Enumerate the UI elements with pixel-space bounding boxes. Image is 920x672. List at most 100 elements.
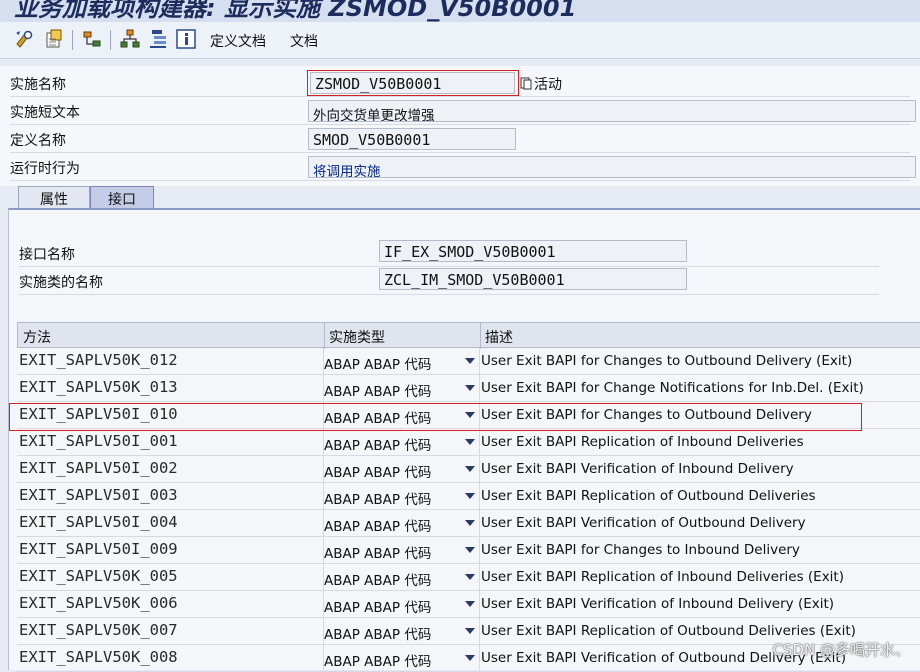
impl-type-value: ABAP ABAP 代码 xyxy=(324,357,432,373)
def-name-field[interactable]: SMOD_V50B0001 xyxy=(308,128,516,150)
cell-divider xyxy=(479,348,480,375)
table-row[interactable]: EXIT_SAPLV50K_006 ABAP ABAP 代码 User Exit… xyxy=(17,591,920,618)
table-row[interactable]: EXIT_SAPLV50I_009 ABAP ABAP 代码 User Exit… xyxy=(17,537,920,564)
runtime-label: 运行时行为 xyxy=(10,161,80,177)
highlighted-row-marker xyxy=(9,403,862,431)
method-name[interactable]: EXIT_SAPLV50K_005 xyxy=(19,567,178,585)
define-doc-button[interactable]: 定义文档 xyxy=(210,31,266,51)
table-row[interactable]: EXIT_SAPLV50K_005 ABAP ABAP 代码 User Exit… xyxy=(17,564,920,591)
hierarchy-icon[interactable] xyxy=(82,29,102,49)
method-description: User Exit BAPI for Changes to Inbound De… xyxy=(481,542,800,558)
interface-panel: 接口名称 IF_EX_SMOD_V50B0001 实施类的名称 ZCL_IM_S… xyxy=(8,208,920,672)
dropdown-arrow-icon[interactable] xyxy=(465,466,475,472)
iface-name-field[interactable]: IF_EX_SMOD_V50B0001 xyxy=(379,240,687,262)
column-header-description[interactable]: 描述 xyxy=(485,327,513,347)
runtime-field[interactable]: 将调用实施 xyxy=(308,156,916,178)
tab-strip: 属性 接口 xyxy=(0,186,920,210)
iface-name-label: 接口名称 xyxy=(19,247,75,263)
impl-name-label: 实施名称 xyxy=(10,77,66,93)
dropdown-arrow-icon[interactable] xyxy=(465,628,475,634)
dropdown-arrow-icon[interactable] xyxy=(465,385,475,391)
cell-divider xyxy=(479,537,480,564)
list-tree-icon[interactable] xyxy=(148,29,168,49)
cell-divider xyxy=(479,564,480,591)
cell-divider xyxy=(479,456,480,483)
impl-type-value: ABAP ABAP 代码 xyxy=(324,654,432,670)
table-row[interactable]: EXIT_SAPLV50I_003 ABAP ABAP 代码 User Exit… xyxy=(17,483,920,510)
short-text-label: 实施短文本 xyxy=(10,105,80,121)
tab-interface[interactable]: 接口 xyxy=(90,186,154,208)
watermark: CSDN @多喝开水、 xyxy=(772,641,910,659)
impl-type-value: ABAP ABAP 代码 xyxy=(324,600,432,616)
dropdown-arrow-icon[interactable] xyxy=(465,601,475,607)
impl-type-value: ABAP ABAP 代码 xyxy=(324,519,432,535)
cell-divider xyxy=(479,483,480,510)
doc-button[interactable]: 文档 xyxy=(290,31,318,51)
def-name-row: 定义名称 SMOD_V50B0001 xyxy=(10,126,910,153)
method-name[interactable]: EXIT_SAPLV50K_013 xyxy=(19,378,178,396)
impl-type-value: ABAP ABAP 代码 xyxy=(324,438,432,454)
method-name[interactable]: EXIT_SAPLV50K_008 xyxy=(19,648,178,666)
method-description: User Exit BAPI for Change Notifications … xyxy=(481,380,864,396)
dropdown-arrow-icon[interactable] xyxy=(465,493,475,499)
impl-type-value: ABAP ABAP 代码 xyxy=(324,492,432,508)
method-description: User Exit BAPI Replication of Outbound D… xyxy=(481,488,816,504)
table-row[interactable]: EXIT_SAPLV50I_001 ABAP ABAP 代码 User Exit… xyxy=(17,429,920,456)
display-change-icon[interactable] xyxy=(14,29,34,49)
dropdown-arrow-icon[interactable] xyxy=(465,574,475,580)
table-row[interactable]: EXIT_SAPLV50K_012 ABAP ABAP 代码 User Exit… xyxy=(17,348,920,375)
window-title-bar: 业务加载项构建器: 显示实施 ZSMOD_V50B0001 xyxy=(0,0,920,22)
grid-header: 方法 实施类型 描述 xyxy=(17,322,920,349)
object-list-icon[interactable] xyxy=(44,29,64,49)
def-name-label: 定义名称 xyxy=(10,133,66,149)
impl-type-value: ABAP ABAP 代码 xyxy=(324,465,432,481)
active-label: 活动 xyxy=(534,77,562,93)
copy-icon xyxy=(520,77,532,90)
method-description: User Exit BAPI for Changes to Outbound D… xyxy=(481,353,853,369)
short-text-field[interactable]: 外向交货单更改增强 xyxy=(308,100,916,122)
method-name[interactable]: EXIT_SAPLV50I_002 xyxy=(19,459,178,477)
method-description: User Exit BAPI Replication of Inbound De… xyxy=(481,569,844,585)
impl-type-value: ABAP ABAP 代码 xyxy=(324,573,432,589)
table-row[interactable]: EXIT_SAPLV50I_002 ABAP ABAP 代码 User Exit… xyxy=(17,456,920,483)
cell-divider xyxy=(479,429,480,456)
impl-type-value: ABAP ABAP 代码 xyxy=(324,384,432,400)
impl-class-label: 实施类的名称 xyxy=(19,275,103,291)
method-description: User Exit BAPI Replication of Outbound D… xyxy=(481,623,856,639)
cell-divider xyxy=(479,591,480,618)
impl-class-field[interactable]: ZCL_IM_SMOD_V50B0001 xyxy=(379,268,687,290)
method-name[interactable]: EXIT_SAPLV50I_009 xyxy=(19,540,178,558)
dropdown-arrow-icon[interactable] xyxy=(465,547,475,553)
dropdown-arrow-icon[interactable] xyxy=(465,439,475,445)
cell-divider xyxy=(479,375,480,402)
short-text-row: 实施短文本 外向交货单更改增强 xyxy=(10,98,916,125)
column-header-method[interactable]: 方法 xyxy=(23,327,51,347)
impl-type-value: ABAP ABAP 代码 xyxy=(324,546,432,562)
toolbar-separator xyxy=(72,30,73,50)
method-description: User Exit BAPI Verification of Inbound D… xyxy=(481,596,835,612)
method-description: User Exit BAPI Replication of Inbound De… xyxy=(481,434,804,450)
method-name[interactable]: EXIT_SAPLV50I_004 xyxy=(19,513,178,531)
method-name[interactable]: EXIT_SAPLV50I_003 xyxy=(19,486,178,504)
application-toolbar: 定义文档 文档 xyxy=(0,22,920,59)
method-name[interactable]: EXIT_SAPLV50K_007 xyxy=(19,621,178,639)
method-name[interactable]: EXIT_SAPLV50K_012 xyxy=(19,351,178,369)
impl-name-row: 实施名称 ZSMOD_V50B0001 活动 xyxy=(10,70,910,97)
method-name[interactable]: EXIT_SAPLV50K_006 xyxy=(19,594,178,612)
org-tree-icon[interactable] xyxy=(120,29,140,49)
tab-attributes[interactable]: 属性 xyxy=(18,186,90,208)
dropdown-arrow-icon[interactable] xyxy=(465,358,475,364)
column-header-impl-type[interactable]: 实施类型 xyxy=(329,327,385,347)
dropdown-arrow-icon[interactable] xyxy=(465,655,475,661)
impl-type-value: ABAP ABAP 代码 xyxy=(324,627,432,643)
header-area: 实施名称 ZSMOD_V50B0001 活动 实施短文本 外向交货单更改增强 定… xyxy=(0,66,920,186)
method-name[interactable]: EXIT_SAPLV50I_001 xyxy=(19,432,178,450)
impl-name-highlight xyxy=(307,70,519,96)
info-icon[interactable] xyxy=(176,29,196,49)
dropdown-arrow-icon[interactable] xyxy=(465,520,475,526)
table-row[interactable]: EXIT_SAPLV50K_013 ABAP ABAP 代码 User Exit… xyxy=(17,375,920,402)
cell-divider xyxy=(479,510,480,537)
table-row[interactable]: EXIT_SAPLV50I_004 ABAP ABAP 代码 User Exit… xyxy=(17,510,920,537)
method-description: User Exit BAPI Verification of Outbound … xyxy=(481,515,806,531)
toolbar-separator xyxy=(110,30,111,50)
